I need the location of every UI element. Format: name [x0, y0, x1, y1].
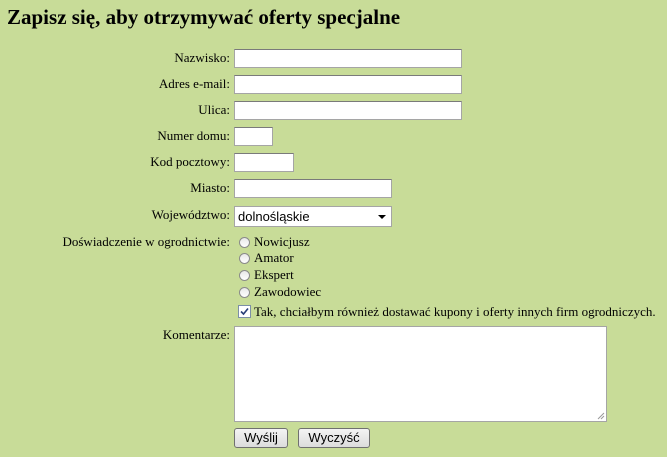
- page-title: Zapisz się, aby otrzymywać oferty specja…: [7, 5, 401, 29]
- radio-option-expert[interactable]: Ekspert: [239, 267, 294, 283]
- radio-option-professional[interactable]: Zawodowiec: [239, 284, 321, 300]
- province-selected-value: dolnośląskie: [238, 209, 310, 224]
- province-select[interactable]: dolnośląskie: [234, 206, 392, 227]
- radio-button[interactable]: [239, 237, 250, 248]
- radio-label: Zawodowiec: [254, 284, 322, 299]
- postal-code-label: Kod pocztowy:: [150, 154, 230, 169]
- comments-textarea[interactable]: [234, 326, 607, 422]
- radio-label: Ekspert: [254, 267, 294, 282]
- radio-button[interactable]: [239, 253, 250, 264]
- radio-button[interactable]: [239, 270, 250, 281]
- chevron-down-icon[interactable]: [378, 215, 386, 219]
- surname-label: Nazwisko:: [174, 50, 230, 65]
- email-input[interactable]: [234, 75, 462, 94]
- radio-label: Nowicjusz: [254, 234, 310, 249]
- postal-code-input[interactable]: [234, 153, 294, 172]
- city-input[interactable]: [234, 179, 392, 198]
- submit-button[interactable]: Wyślij: [234, 428, 288, 448]
- radio-option-amateur[interactable]: Amator: [239, 250, 294, 266]
- coupons-checkbox[interactable]: [238, 305, 251, 318]
- city-label: Miasto:: [190, 180, 230, 195]
- house-number-input[interactable]: [234, 127, 273, 146]
- radio-label: Amator: [254, 250, 294, 265]
- radio-button[interactable]: [239, 287, 250, 298]
- comments-label: Komentarze:: [162, 327, 230, 342]
- reset-button[interactable]: Wyczyść: [298, 428, 370, 448]
- coupons-label: Tak, chciałbym również dostawać kupony i…: [254, 304, 656, 319]
- surname-input[interactable]: [234, 49, 462, 68]
- radio-option-novice[interactable]: Nowicjusz: [239, 234, 310, 250]
- house-number-label: Numer domu:: [157, 128, 230, 143]
- experience-label: Doświadczenie w ogrodnictwie:: [62, 234, 230, 249]
- checkmark-icon: [240, 307, 249, 316]
- resize-grip-icon[interactable]: [596, 411, 605, 420]
- coupons-checkbox-row[interactable]: Tak, chciałbym również dostawać kupony i…: [238, 304, 656, 320]
- email-label: Adres e-mail:: [158, 76, 230, 91]
- street-label: Ulica:: [198, 102, 230, 117]
- province-label: Województwo:: [151, 207, 230, 222]
- street-input[interactable]: [234, 101, 462, 120]
